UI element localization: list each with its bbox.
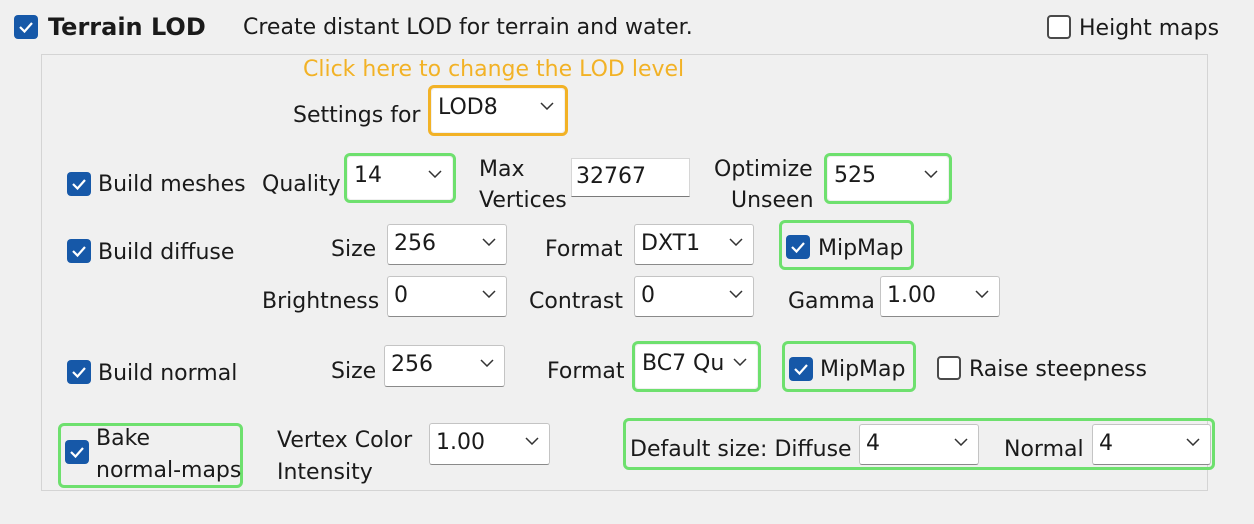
brightness-value: 0 <box>394 283 408 308</box>
default-normal-label: Normal <box>1004 437 1084 462</box>
raise-steepness-label: Raise steepness <box>969 357 1147 382</box>
diffuse-format-label: Format <box>545 237 623 262</box>
optimize-unseen-select[interactable]: 525 <box>828 157 948 200</box>
brightness-label: Brightness <box>262 289 380 314</box>
build-diffuse-checkbox[interactable] <box>67 239 91 263</box>
build-meshes-checkbox[interactable] <box>67 172 91 196</box>
diffuse-format-value: DXT1 <box>641 231 701 256</box>
quality-label: Quality <box>262 172 341 197</box>
default-normal-size-value: 4 <box>1099 431 1113 456</box>
bake-normal-maps-checkbox[interactable] <box>65 440 89 464</box>
normal-mipmap-checkbox[interactable] <box>789 357 813 381</box>
chevron-down-icon <box>540 102 554 110</box>
diffuse-mipmap-label: MipMap <box>818 236 904 261</box>
contrast-label: Contrast <box>529 289 624 314</box>
lod-level-value: LOD8 <box>438 95 498 120</box>
quality-value: 14 <box>354 163 382 188</box>
diffuse-size-label: Size <box>331 237 377 262</box>
bake-normal-maps-label-line1: Bake <box>96 426 151 451</box>
diffuse-mipmap-checkbox[interactable] <box>786 235 810 259</box>
vertex-color-intensity-select[interactable]: 1.00 <box>429 423 550 465</box>
terrain-lod-description: Create distant LOD for terrain and water… <box>243 15 693 40</box>
diffuse-size-value: 256 <box>394 231 436 256</box>
terrain-lod-title: Terrain LOD <box>48 13 206 41</box>
height-maps-label: Height maps <box>1079 16 1220 41</box>
diffuse-format-select[interactable]: DXT1 <box>634 224 754 265</box>
default-normal-size-select[interactable]: 4 <box>1092 424 1211 465</box>
settings-for-label: Settings for <box>293 103 421 128</box>
vertex-color-intensity-value: 1.00 <box>436 430 485 455</box>
raise-steepness-checkbox[interactable] <box>937 356 961 380</box>
chevron-down-icon <box>428 170 442 178</box>
normal-format-label: Format <box>547 359 625 384</box>
build-normal-label: Build normal <box>98 361 238 386</box>
lod-level-hint: Click here to change the LOD level <box>303 57 685 82</box>
optimize-unseen-label-line1: Optimize <box>714 157 813 182</box>
default-diffuse-size-value: 4 <box>866 431 880 456</box>
contrast-select[interactable]: 0 <box>634 276 754 317</box>
chevron-down-icon <box>733 358 747 366</box>
checkmark-icon <box>72 246 86 258</box>
chevron-down-icon <box>480 359 494 367</box>
normal-format-value: BC7 Qu <box>642 351 725 376</box>
chevron-down-icon <box>975 290 989 298</box>
max-vertices-input[interactable]: 32767 <box>571 158 690 197</box>
default-size-diffuse-label: Default size: Diffuse <box>630 437 852 462</box>
chevron-down-icon <box>525 437 539 445</box>
bake-normal-maps-label-line2: normal-maps <box>96 458 242 483</box>
build-meshes-label: Build meshes <box>98 172 246 197</box>
checkmark-icon <box>791 242 805 254</box>
chevron-down-icon <box>482 290 496 298</box>
max-vertices-label-line1: Max <box>479 157 525 182</box>
normal-size-value: 256 <box>391 352 433 377</box>
checkmark-icon <box>19 22 33 34</box>
chevron-down-icon <box>924 170 938 178</box>
default-diffuse-size-select[interactable]: 4 <box>859 424 979 465</box>
gamma-value: 1.00 <box>887 283 936 308</box>
normal-mipmap-label: MipMap <box>820 357 906 382</box>
checkmark-icon <box>72 179 86 191</box>
optimize-unseen-value: 525 <box>834 163 876 188</box>
build-diffuse-label: Build diffuse <box>98 240 235 265</box>
max-vertices-label-line2: Vertices <box>479 188 567 213</box>
gamma-label: Gamma <box>788 289 875 314</box>
checkmark-icon <box>70 447 84 459</box>
height-maps-checkbox[interactable] <box>1047 15 1071 39</box>
normal-format-select[interactable]: BC7 Qu <box>636 345 757 388</box>
brightness-select[interactable]: 0 <box>387 276 507 317</box>
normal-size-select[interactable]: 256 <box>384 345 505 387</box>
gamma-select[interactable]: 1.00 <box>880 276 1000 317</box>
build-normal-checkbox[interactable] <box>67 360 91 384</box>
max-vertices-value: 32767 <box>576 164 646 189</box>
vertex-color-intensity-label-line1: Vertex Color <box>277 428 413 453</box>
quality-select[interactable]: 14 <box>348 157 452 199</box>
checkmark-icon <box>794 364 808 376</box>
chevron-down-icon <box>954 438 968 446</box>
checkmark-icon <box>72 367 86 379</box>
chevron-down-icon <box>729 290 743 298</box>
optimize-unseen-label-line2: Unseen <box>731 188 814 213</box>
diffuse-size-select[interactable]: 256 <box>387 224 507 265</box>
chevron-down-icon <box>482 238 496 246</box>
normal-size-label: Size <box>331 359 377 384</box>
terrain-lod-checkbox[interactable] <box>14 15 38 39</box>
chevron-down-icon <box>1186 438 1200 446</box>
vertex-color-intensity-label-line2: Intensity <box>277 460 373 485</box>
chevron-down-icon <box>729 238 743 246</box>
contrast-value: 0 <box>641 283 655 308</box>
lod-level-select[interactable]: LOD8 <box>432 89 564 132</box>
